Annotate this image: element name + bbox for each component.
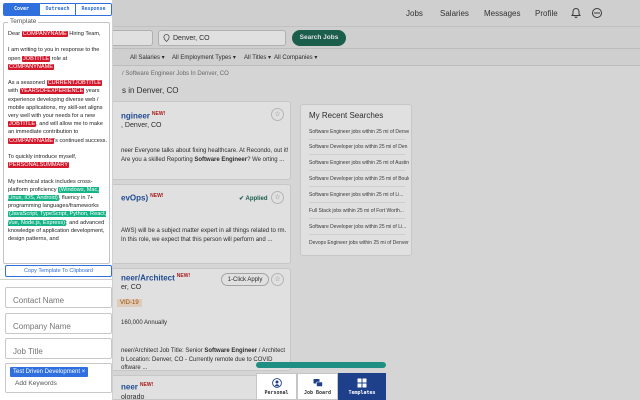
contact-name-input[interactable] [5, 287, 112, 308]
template-legend: Template [8, 18, 39, 25]
nav-job-board-button[interactable]: Job Board [297, 373, 338, 400]
personal-summary-placeholder: PERSONALSUMMARY [8, 162, 69, 169]
company-placeholder: COMPANYNAME [8, 137, 55, 144]
progress-bar [256, 362, 386, 368]
nav-templates-button[interactable]: Templates [338, 373, 386, 400]
jobtitle-placeholder: JOBTITLE [22, 55, 51, 62]
job-title-input[interactable] [5, 338, 112, 359]
tab-cover[interactable]: Cover [4, 4, 40, 15]
tab-outreach[interactable]: Outreach [40, 4, 76, 15]
skill-chip: Test Driven Development × [10, 367, 89, 377]
person-icon [271, 378, 282, 388]
keywords-field[interactable]: Test Driven Development × Add Keywords [5, 363, 112, 393]
company-placeholder: COMPANYNAME [8, 63, 55, 70]
extension-bottom-nav: Personal Job Board Templates [256, 373, 386, 400]
tab-response[interactable]: Response [76, 4, 111, 15]
grid-icon [357, 378, 367, 388]
add-keywords-input[interactable]: Add Keywords [15, 380, 57, 387]
chip-close-icon[interactable]: × [82, 369, 86, 375]
divider [0, 279, 113, 280]
company-name-input[interactable] [5, 313, 112, 334]
extension-panel: Cover Outreach Response Template Dear CO… [0, 0, 113, 400]
nav-personal-button[interactable]: Personal [256, 373, 297, 400]
jobtitle-placeholder: JOBTITLE [8, 121, 37, 128]
chat-icon [313, 379, 323, 387]
current-jobtitle-placeholder: CURRENTJOBTITLE [46, 80, 103, 87]
template-tabs: Cover Outreach Response [3, 3, 112, 16]
company-placeholder: COMPANYNAME [21, 31, 68, 37]
cover-letter-text[interactable]: Dear COMPANYNAME Hiring Team, I am writi… [8, 30, 108, 260]
copy-template-button[interactable]: Copy Template To Clipboard [5, 265, 112, 277]
years-placeholder: YEARSOFEXPERIENCE [19, 88, 85, 95]
